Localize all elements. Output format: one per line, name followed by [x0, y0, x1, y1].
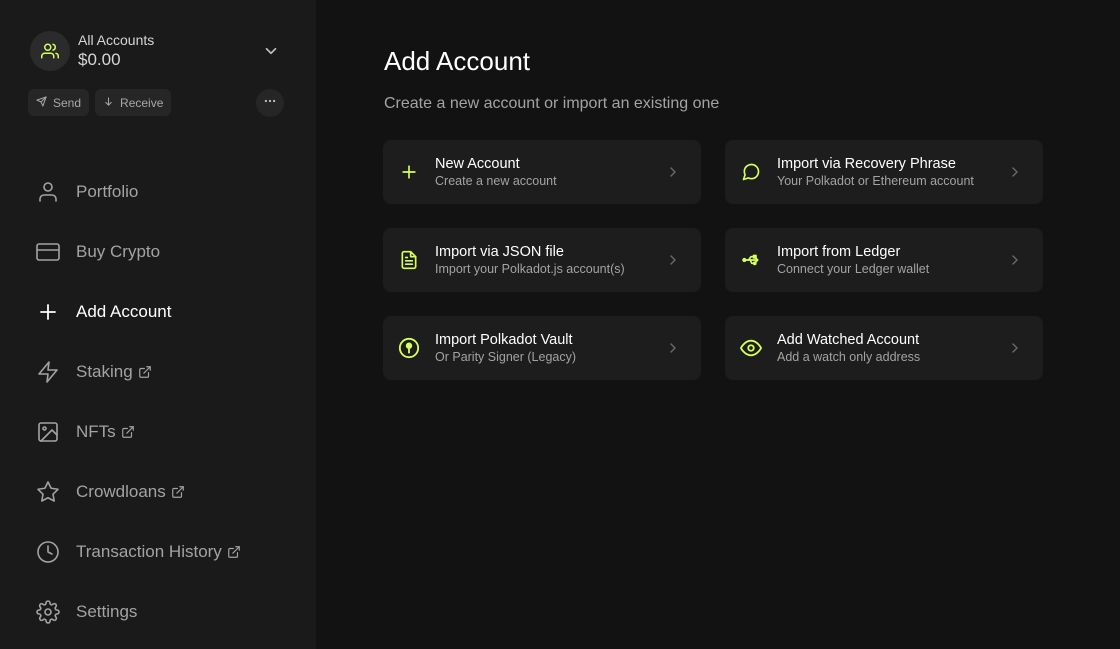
- card-title: Import from Ledger: [777, 243, 901, 260]
- external-link-icon: [171, 485, 185, 499]
- import-ledger-card[interactable]: Import from Ledger Connect your Ledger w…: [725, 228, 1043, 292]
- nav-label: Staking: [76, 362, 133, 381]
- chevron-right-icon: [665, 340, 681, 361]
- zap-icon: [36, 360, 60, 384]
- chevron-right-icon: [1007, 340, 1023, 361]
- more-options-button[interactable]: [256, 89, 284, 117]
- account-total: $0.00: [78, 50, 121, 69]
- import-recovery-phrase-card[interactable]: Import via Recovery Phrase Your Polkadot…: [725, 140, 1043, 204]
- external-link-icon: [138, 365, 152, 379]
- new-account-card[interactable]: New Account Create a new account: [383, 140, 701, 204]
- chevron-right-icon: [1007, 252, 1023, 273]
- plus-icon: [36, 300, 60, 324]
- eye-icon: [739, 336, 763, 360]
- nav-label: Crowdloans: [76, 482, 166, 501]
- image-icon: [36, 420, 60, 444]
- gear-icon: [36, 600, 60, 624]
- card-description: Connect your Ledger wallet: [777, 261, 930, 276]
- add-account-options: New Account Create a new account Import …: [383, 140, 1043, 380]
- card-title: Add Watched Account: [777, 331, 920, 348]
- plus-icon: [397, 160, 421, 184]
- usb-icon: [739, 248, 763, 272]
- nav-item-portfolio[interactable]: Portfolio: [36, 162, 241, 222]
- nav-item-add-account[interactable]: Add Account: [36, 282, 241, 342]
- main-nav: Portfolio Buy Crypto Add Account Staking: [36, 162, 241, 642]
- external-link-icon: [227, 545, 241, 559]
- nav-item-buy-crypto[interactable]: Buy Crypto: [36, 222, 241, 282]
- send-icon: [36, 95, 47, 110]
- nav-item-nfts[interactable]: NFTs: [36, 402, 241, 462]
- nav-item-crowdloans[interactable]: Crowdloans: [36, 462, 241, 522]
- external-link-icon: [121, 425, 135, 439]
- send-button[interactable]: Send: [28, 89, 90, 116]
- users-icon: [30, 31, 70, 71]
- card-description: Or Parity Signer (Legacy): [435, 349, 577, 364]
- card-title: Import Polkadot Vault: [435, 331, 573, 348]
- account-selector[interactable]: All Accounts $0.00: [30, 30, 280, 72]
- arrow-down-icon: [103, 96, 114, 110]
- receive-button[interactable]: Receive: [95, 89, 172, 116]
- card-description: Add a watch only address: [777, 349, 921, 364]
- receive-label: Receive: [120, 95, 164, 110]
- card-title: Import via Recovery Phrase: [777, 155, 956, 172]
- card-description: Import your Polkadot.js account(s): [435, 261, 625, 276]
- message-circle-icon: [739, 160, 763, 184]
- nav-item-transaction-history[interactable]: Transaction History: [36, 522, 241, 582]
- card-title: New Account: [435, 155, 520, 172]
- file-text-icon: [397, 248, 421, 272]
- clock-icon: [36, 540, 60, 564]
- more-horizontal-icon: [263, 94, 277, 113]
- card-title: Import via JSON file: [435, 243, 564, 260]
- card-description: Create a new account: [435, 173, 557, 188]
- import-json-file-card[interactable]: Import via JSON file Import your Polkado…: [383, 228, 701, 292]
- nav-label: Transaction History: [76, 542, 222, 561]
- nav-item-staking[interactable]: Staking: [36, 342, 241, 402]
- chevron-right-icon: [665, 164, 681, 185]
- nav-label: Add Account: [76, 302, 172, 321]
- chevron-down-icon: [262, 42, 280, 65]
- page-subtitle: Create a new account or import an existi…: [384, 95, 720, 112]
- send-label: Send: [53, 95, 82, 110]
- nav-label: Portfolio: [76, 182, 139, 201]
- user-icon: [36, 180, 60, 204]
- vault-icon: [397, 336, 421, 360]
- nav-item-settings[interactable]: Settings: [36, 582, 241, 642]
- chevron-right-icon: [665, 252, 681, 273]
- quick-actions: Send Receive: [28, 89, 172, 116]
- credit-card-icon: [36, 240, 60, 264]
- page-title: Add Account: [384, 46, 530, 76]
- nav-label: Settings: [76, 602, 138, 621]
- nav-label: Buy Crypto: [76, 242, 161, 261]
- sidebar: All Accounts $0.00 Send Receive Portfoli…: [0, 0, 316, 649]
- import-polkadot-vault-card[interactable]: Import Polkadot Vault Or Parity Signer (…: [383, 316, 701, 380]
- account-name: All Accounts: [78, 32, 155, 48]
- card-description: Your Polkadot or Ethereum account: [777, 173, 974, 188]
- star-icon: [36, 480, 60, 504]
- chevron-right-icon: [1007, 164, 1023, 185]
- add-watched-account-card[interactable]: Add Watched Account Add a watch only add…: [725, 316, 1043, 380]
- nav-label: NFTs: [76, 422, 116, 441]
